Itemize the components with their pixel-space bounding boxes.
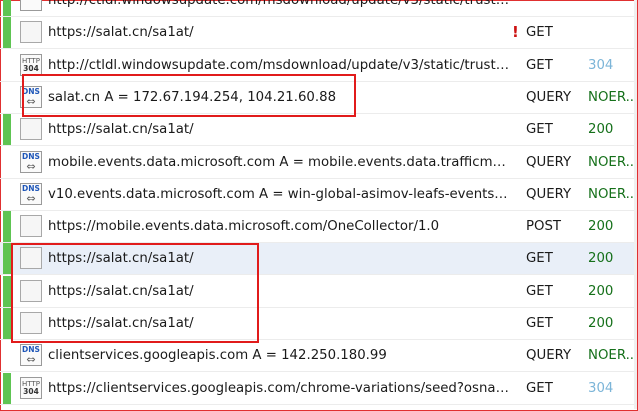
table-row[interactable]: HTTP 304 https://clientservices.googleapis…: [0, 372, 634, 405]
row-status: 200: [588, 122, 614, 138]
row-status: 200: [588, 251, 614, 267]
dns-query-icon: DNS ⇔: [20, 344, 42, 367]
table-row[interactable]: https://mobile.events.data.microsoft.com…: [0, 211, 634, 244]
dns-icon-arrows: ⇔: [26, 353, 36, 367]
row-url: mobile.events.data.microsoft.com A = mob…: [48, 154, 510, 170]
http-response-icon: HTTP 304: [20, 376, 42, 399]
row-status: NOER...: [588, 186, 634, 202]
row-status: NOER...: [588, 154, 634, 170]
row-url: http://ctldl.windowsupdate.com/msdownloa…: [48, 57, 510, 73]
table-row[interactable]: HTTP http://ctldl.windowsupdate.com/msdow…: [0, 0, 634, 17]
http-response-icon: HTTP 304: [20, 53, 42, 76]
status-strip: [3, 17, 11, 49]
table-row[interactable]: https://salat.cn/sa1at/GET 200: [0, 243, 634, 276]
status-strip: [3, 243, 11, 275]
request-icon: [20, 215, 42, 238]
row-status: NOER...: [588, 89, 634, 105]
row-status: 304: [588, 57, 614, 73]
dns-query-icon: DNS ⇔: [20, 182, 42, 205]
status-strip: [3, 50, 11, 81]
table-row[interactable]: https://salat.cn/sa1at/GET 200: [0, 308, 634, 340]
row-status: 200: [588, 283, 614, 299]
request-icon: [20, 279, 42, 302]
row-method: POST: [526, 219, 562, 235]
row-method: QUERY: [526, 186, 572, 202]
row-status: NOER...: [588, 348, 634, 364]
request-icon: [20, 118, 42, 141]
row-method: QUERY: [526, 154, 572, 170]
scrollbar[interactable]: [634, 0, 637, 409]
row-url: v10.events.data.microsoft.com A = win-gl…: [48, 186, 510, 202]
request-icon: [20, 247, 42, 270]
row-url: https://salat.cn/sa1at/: [48, 316, 194, 331]
row-method: GET: [526, 25, 553, 41]
table-row[interactable]: DNS ⇔ v10.events.data.microsoft.com A = wi…: [0, 179, 634, 211]
row-url: https://salat.cn/sa1at/: [48, 251, 194, 267]
row-url: clientservices.googleapis.com A = 142.25…: [48, 348, 387, 364]
status-strip: [3, 372, 11, 404]
http-response-icon: HTTP: [20, 0, 42, 11]
row-url: https://salat.cn/sa1at/: [48, 283, 194, 299]
row-method: GET: [526, 251, 553, 267]
dns-icon-arrows: ⇔: [26, 159, 36, 173]
status-strip: [3, 275, 11, 307]
dns-query-icon: DNS ⇔: [20, 85, 42, 108]
table-row[interactable]: https://salat.cn/sa1at/! GET: [0, 17, 634, 50]
row-status: 200: [588, 219, 614, 235]
table-row[interactable]: DNS ⇔ clientservices.googleapis.com A = 14…: [0, 340, 634, 373]
status-strip: [3, 340, 11, 371]
row-status: 200: [588, 316, 614, 331]
http-icon-code: 304: [23, 63, 39, 73]
row-method: QUERY: [526, 348, 572, 364]
table-row[interactable]: https://salat.cn/sa1at/GET 200: [0, 275, 634, 308]
dns-icon-arrows: ⇔: [26, 191, 36, 205]
row-method: GET: [526, 283, 553, 299]
dns-query-icon: DNS ⇔: [20, 150, 42, 173]
row-url: https://clientservices.googleapis.com/ch…: [48, 380, 510, 396]
status-strip: [3, 211, 11, 243]
table-row[interactable]: DNS ⇔ mobile.events.data.microsoft.com A =…: [0, 147, 634, 179]
row-url: http://ctldl.windowsupdate.com/msdownloa…: [48, 0, 510, 8]
request-icon: [20, 21, 42, 44]
row-method: GET: [526, 380, 553, 396]
status-strip: [3, 179, 11, 210]
status-strip: [3, 308, 11, 339]
row-method: GET: [526, 316, 553, 331]
warning-icon: !: [512, 23, 519, 42]
dns-icon-arrows: ⇔: [26, 94, 36, 108]
request-icon: [20, 312, 42, 334]
row-url: https://salat.cn/sa1at/: [48, 122, 194, 138]
table-row[interactable]: HTTP 304 http://ctldl.windowsupdate.com/ms…: [0, 50, 634, 82]
status-strip: [3, 82, 11, 113]
row-method: GET: [526, 57, 553, 73]
table-row[interactable]: DNS ⇔ salat.cn A = 172.67.194.254, 104.21.…: [0, 82, 634, 114]
row-status: 304: [588, 380, 614, 396]
row-url: https://salat.cn/sa1at/: [48, 25, 194, 41]
status-strip: [3, 114, 11, 146]
status-strip: [3, 0, 11, 16]
row-method: QUERY: [526, 89, 572, 105]
row-url: https://mobile.events.data.microsoft.com…: [48, 219, 440, 235]
status-strip: [3, 147, 11, 178]
http-icon-code: 304: [23, 386, 39, 396]
table-row[interactable]: https://salat.cn/sa1at/GET 200: [0, 114, 634, 147]
row-method: GET: [526, 122, 553, 138]
row-url: salat.cn A = 172.67.194.254, 104.21.60.8…: [48, 89, 337, 105]
